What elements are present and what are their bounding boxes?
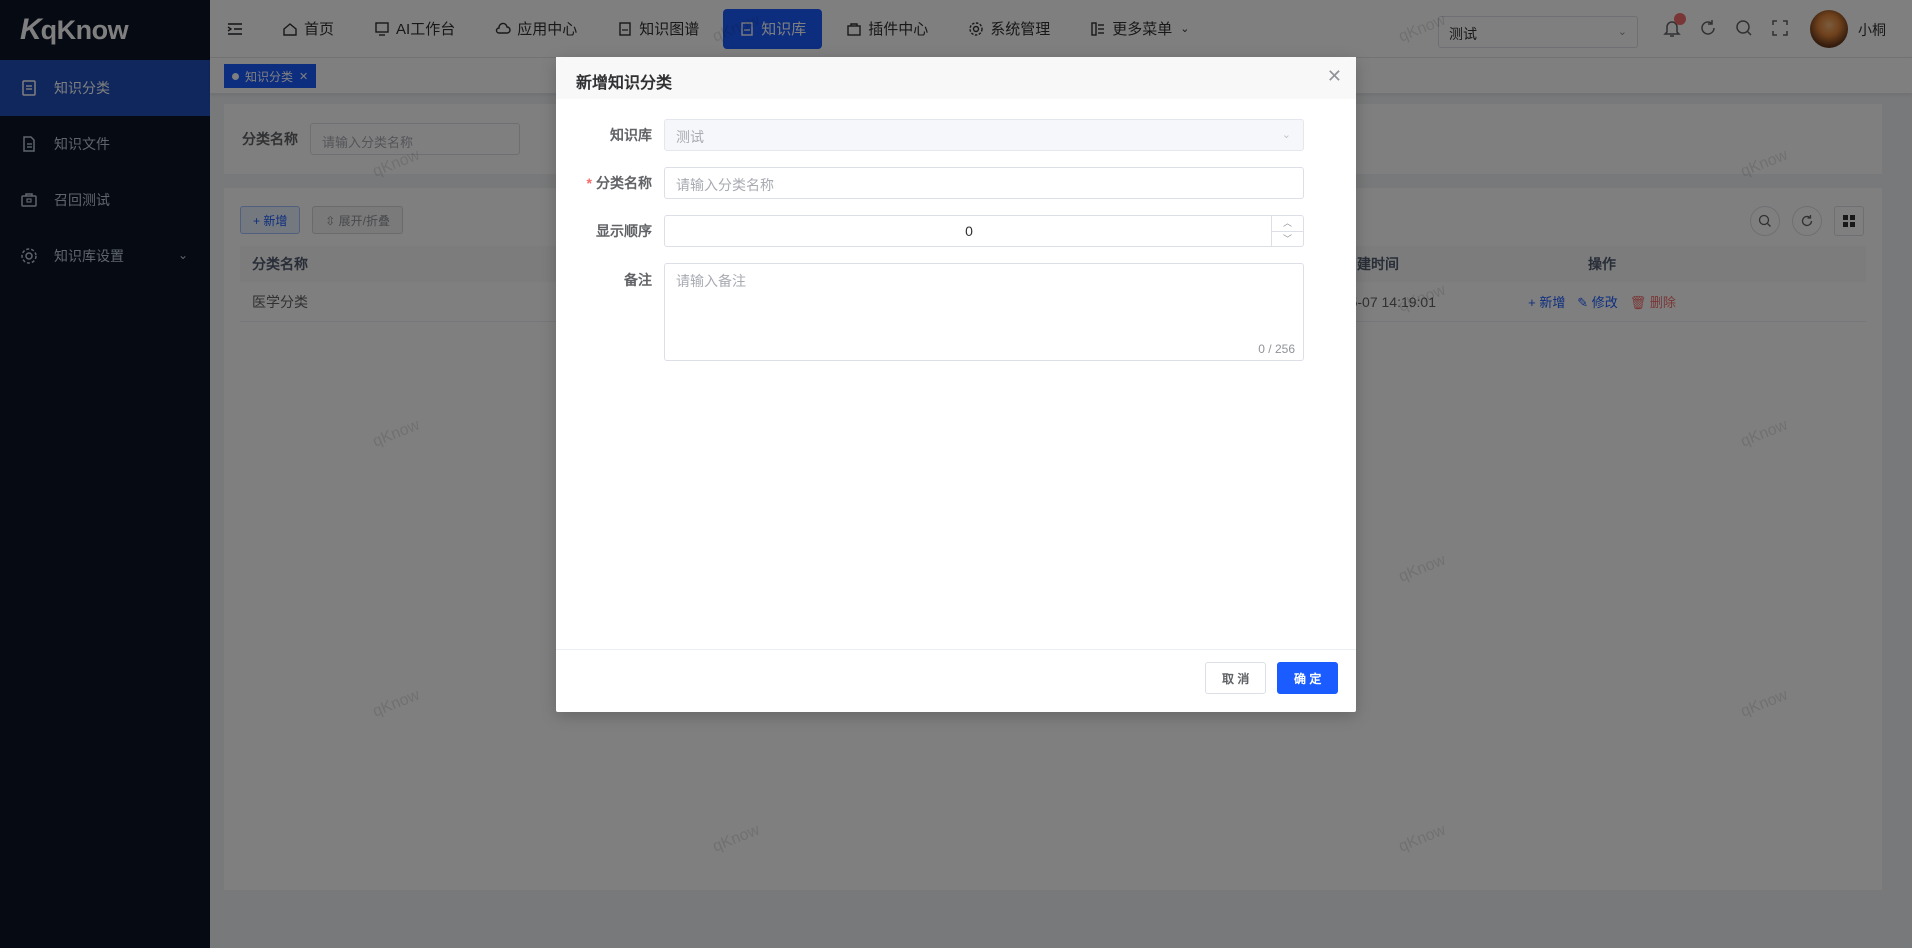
- dialog-title: 新增知识分类: [576, 75, 673, 92]
- display-order-input[interactable]: 0 ︿ ﹀: [664, 215, 1304, 247]
- add-category-dialog: 新增知识分类 ✕ 知识库 测试 ⌄ * 分类名称 请输入分类名称 显示顺序 0 ︿ …: [556, 57, 1356, 712]
- display-order-value: 0: [965, 223, 973, 239]
- increment-button[interactable]: ︿: [1272, 216, 1303, 231]
- dialog-footer: 取 消 确 定: [556, 649, 1356, 712]
- char-counter: 0 / 256: [1258, 342, 1295, 356]
- name-label-text: 分类名称: [596, 175, 652, 191]
- remark-field-label: 备注: [624, 272, 652, 288]
- order-field-label: 显示顺序: [596, 223, 652, 239]
- kb-select-disabled: 测试 ⌄: [664, 119, 1304, 151]
- form-row-kb: 知识库 测试 ⌄: [556, 119, 1356, 151]
- kb-field-label: 知识库: [610, 127, 652, 143]
- chevron-down-icon: ⌄: [1281, 129, 1291, 141]
- form-row-remark: 备注 请输入备注 0 / 256: [556, 263, 1356, 361]
- remark-placeholder: 请输入备注: [676, 273, 746, 289]
- kb-select-value: 测试: [676, 129, 704, 145]
- dialog-header: 新增知识分类 ✕: [556, 57, 1356, 99]
- remark-textarea[interactable]: 请输入备注 0 / 256: [664, 263, 1304, 361]
- category-name-input[interactable]: 请输入分类名称: [664, 167, 1304, 199]
- decrement-button[interactable]: ﹀: [1272, 231, 1303, 246]
- number-spinner: ︿ ﹀: [1271, 216, 1303, 246]
- close-icon[interactable]: ✕: [1327, 66, 1342, 87]
- name-field-label: * 分类名称: [556, 173, 664, 193]
- confirm-button[interactable]: 确 定: [1277, 662, 1339, 694]
- required-mark: *: [586, 175, 592, 191]
- form-row-order: 显示顺序 0 ︿ ﹀: [556, 215, 1356, 247]
- form-row-name: * 分类名称 请输入分类名称: [556, 167, 1356, 199]
- cancel-button[interactable]: 取 消: [1205, 662, 1267, 694]
